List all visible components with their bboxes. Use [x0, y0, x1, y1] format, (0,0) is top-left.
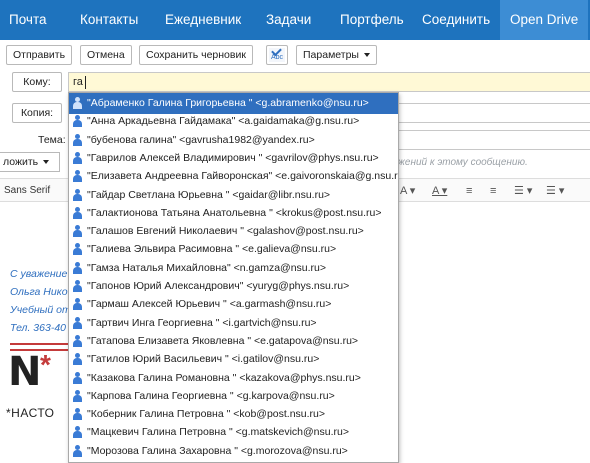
tab-calendar[interactable]: Ежедневник	[165, 0, 241, 40]
autocomplete-item-label: "Галактионова Татьяна Анатольевна " <kro…	[87, 206, 382, 219]
subject-label: Тема:	[38, 134, 66, 146]
autocomplete-item-label: "Коберник Галина Петровна " <kob@post.ns…	[87, 408, 326, 421]
to-input-value: га	[73, 76, 83, 88]
contact-icon	[73, 316, 82, 329]
contact-icon	[73, 225, 82, 238]
autocomplete-item-label: "бубенова галина" <gavrusha1982@yandex.r…	[87, 133, 315, 146]
tab-contacts[interactable]: Контакты	[80, 0, 138, 40]
autocomplete-dropdown: "Абраменко Галина Григорьевна " <g.abram…	[68, 92, 399, 463]
bullet-list-icon[interactable]: ☰ ▾	[514, 184, 532, 198]
numbered-list-icon[interactable]: ☰ ▾	[546, 184, 564, 198]
signature-line: Тел. 363-40	[10, 322, 67, 334]
tab-open-drive[interactable]: Open Drive	[500, 0, 589, 40]
tab-connect[interactable]: Соединить	[422, 0, 490, 40]
text-cursor	[85, 76, 86, 89]
autocomplete-item-label: "Елизавета Андреевна Гайворонская" <e.ga…	[87, 170, 399, 183]
autocomplete-item-label: "Гамза Наталья Михайловна" <n.gamza@nsu.…	[87, 261, 327, 274]
autocomplete-item-label: "Мацкевич Галина Петровна " <g.matskevic…	[87, 426, 349, 439]
contact-icon	[73, 426, 82, 439]
options-label: Параметры	[303, 49, 359, 61]
logo-letter: N	[8, 349, 42, 395]
autocomplete-item-label: "Гартвич Инга Георгиевна " <i.gartvich@n…	[87, 316, 317, 329]
autocomplete-item-label: "Галиева Эльвира Расимовна " <e.galieva@…	[87, 243, 337, 256]
contact-icon	[73, 206, 82, 219]
autocomplete-item-label: "Гармаш Алексей Юрьевич " <a.garmash@nsu…	[87, 298, 332, 311]
attach-label: ложить	[3, 156, 39, 168]
text-color-icon[interactable]: A ▾	[400, 184, 415, 198]
font-family-select[interactable]: Sans Serif	[4, 185, 50, 196]
highlight-color-icon[interactable]: A ▾	[432, 184, 447, 198]
contact-icon	[73, 389, 82, 402]
signature-line: С уважение	[10, 268, 68, 280]
send-button[interactable]: Отправить	[6, 45, 73, 65]
contact-icon	[73, 371, 82, 384]
options-dropdown[interactable]: Параметры	[296, 45, 377, 65]
autocomplete-item-label: "Карпова Галина Георгиевна " <g.karpova@…	[87, 389, 335, 402]
contact-icon	[73, 243, 82, 256]
tab-tasks[interactable]: Задачи	[266, 0, 311, 40]
cancel-button[interactable]: Отмена	[80, 45, 132, 65]
logo-star: *	[40, 349, 51, 380]
save-draft-button[interactable]: Сохранить черновик	[139, 45, 253, 65]
autocomplete-item-label: "Гаврилов Алексей Владимирович " <gavril…	[87, 151, 379, 164]
contact-icon	[73, 444, 82, 457]
spellcheck-icon: Abc	[269, 45, 285, 62]
contact-icon	[73, 261, 82, 274]
autocomplete-item-label: "Абраменко Галина Григорьевна " <g.abram…	[87, 97, 369, 109]
autocomplete-item-label: "Гатапова Елизавета Яковлевна " <e.gatap…	[87, 334, 359, 347]
autocomplete-item-label: "Морозова Галина Захаровна " <g.morozova…	[87, 444, 348, 457]
contact-icon	[73, 353, 82, 366]
contact-icon	[73, 170, 82, 183]
contact-icon	[73, 115, 82, 128]
autocomplete-item-label: "Гатилов Юрий Васильевич " <i.gatilov@ns…	[87, 353, 320, 366]
contact-icon	[73, 408, 82, 421]
contact-icon	[73, 133, 82, 146]
autocomplete-item-label: "Гайдар Светлана Юрьевна " <gaidar@libr.…	[87, 188, 331, 201]
attach-dropdown[interactable]: ложить	[0, 152, 60, 172]
align-center-icon[interactable]: ≡	[490, 184, 496, 198]
chevron-down-icon	[363, 53, 370, 58]
attachment-hint: жений к этому сообщению.	[398, 157, 528, 168]
contact-icon	[73, 151, 82, 164]
contact-icon	[73, 334, 82, 347]
spellcheck-icon-text: Abc	[271, 54, 284, 61]
contact-icon	[73, 97, 82, 109]
signature-line: Учебный от	[10, 304, 71, 316]
top-navigation: Почта Контакты Ежедневник Задачи Портфел…	[0, 0, 590, 40]
chevron-down-icon	[43, 160, 50, 165]
contact-icon	[73, 280, 82, 292]
autocomplete-item-label: "Анна Аркадьевна Гайдамака" <a.gaidamaka…	[87, 115, 360, 128]
signature-divider	[10, 343, 72, 345]
to-button[interactable]: Кому:	[12, 72, 62, 92]
tab-briefcase[interactable]: Портфель	[340, 0, 404, 40]
signature-line: Ольга Нико	[10, 286, 68, 298]
spellcheck-button[interactable]: Abc	[266, 45, 288, 65]
autocomplete-item-label: "Гапонов Юрий Александрович" <yuryg@phys…	[87, 280, 350, 292]
autocomplete-item[interactable]: "Морозова Галина Захаровна " <g.morozova…	[69, 441, 398, 462]
tab-mail[interactable]: Почта	[9, 0, 47, 40]
to-input[interactable]: га	[68, 72, 590, 92]
align-left-icon[interactable]: ≡	[466, 184, 472, 198]
cc-button[interactable]: Копия:	[12, 103, 62, 123]
contact-icon	[73, 188, 82, 201]
autocomplete-item-label: "Казакова Галина Романовна " <kazakova@p…	[87, 371, 361, 384]
logo-text: *НАСТО	[6, 406, 55, 420]
contact-icon	[73, 298, 82, 311]
autocomplete-item-label: "Галашов Евгений Николаевич " <galashov@…	[87, 225, 364, 238]
